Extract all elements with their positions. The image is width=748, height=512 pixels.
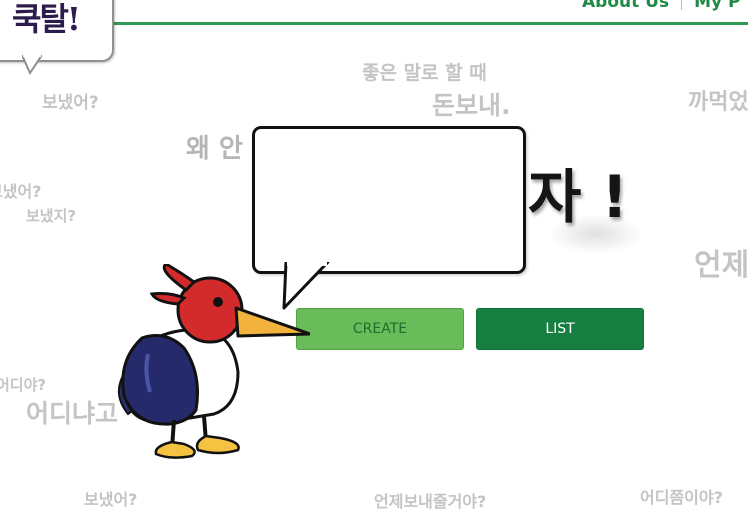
bg-phrase: 어디냐고 xyxy=(26,399,119,428)
bg-phrase: 왜 안 xyxy=(186,134,243,164)
logo[interactable]: 쿡탈! xyxy=(0,0,114,62)
nav-separator xyxy=(681,0,683,10)
bg-phrase: 어디야? xyxy=(0,376,47,394)
bg-phrase: 어디쯤이야? xyxy=(640,488,723,507)
create-button[interactable]: CREATE xyxy=(296,308,464,350)
nav-about-us[interactable]: About Us xyxy=(582,0,669,12)
bg-phrase: 보냈지? xyxy=(26,207,77,225)
bg-phrase: 보냈어? xyxy=(0,182,42,201)
bg-phrase: 언제 xyxy=(694,248,748,283)
nav-my-page[interactable]: My P xyxy=(694,0,740,12)
logo-text: 쿡탈! xyxy=(12,0,81,38)
list-button[interactable]: LIST xyxy=(476,308,644,350)
woodpecker-mascot-icon xyxy=(117,264,310,459)
speech-bubble xyxy=(252,126,526,274)
logo-bubble-tail xyxy=(22,55,42,75)
bg-phrase: 좋은 말로 할 때 xyxy=(362,62,487,84)
bg-phrase: 까먹었 xyxy=(688,90,748,115)
top-nav: About Us My P xyxy=(582,0,740,12)
bg-phrase: 보냈어? xyxy=(84,490,138,509)
bg-phrase: 돈보내. xyxy=(432,91,511,120)
bg-phrase: 언제보내줄거야? xyxy=(374,492,487,511)
page-title: 자 ! xyxy=(528,163,629,231)
bg-phrase: 보냈어? xyxy=(42,93,99,113)
